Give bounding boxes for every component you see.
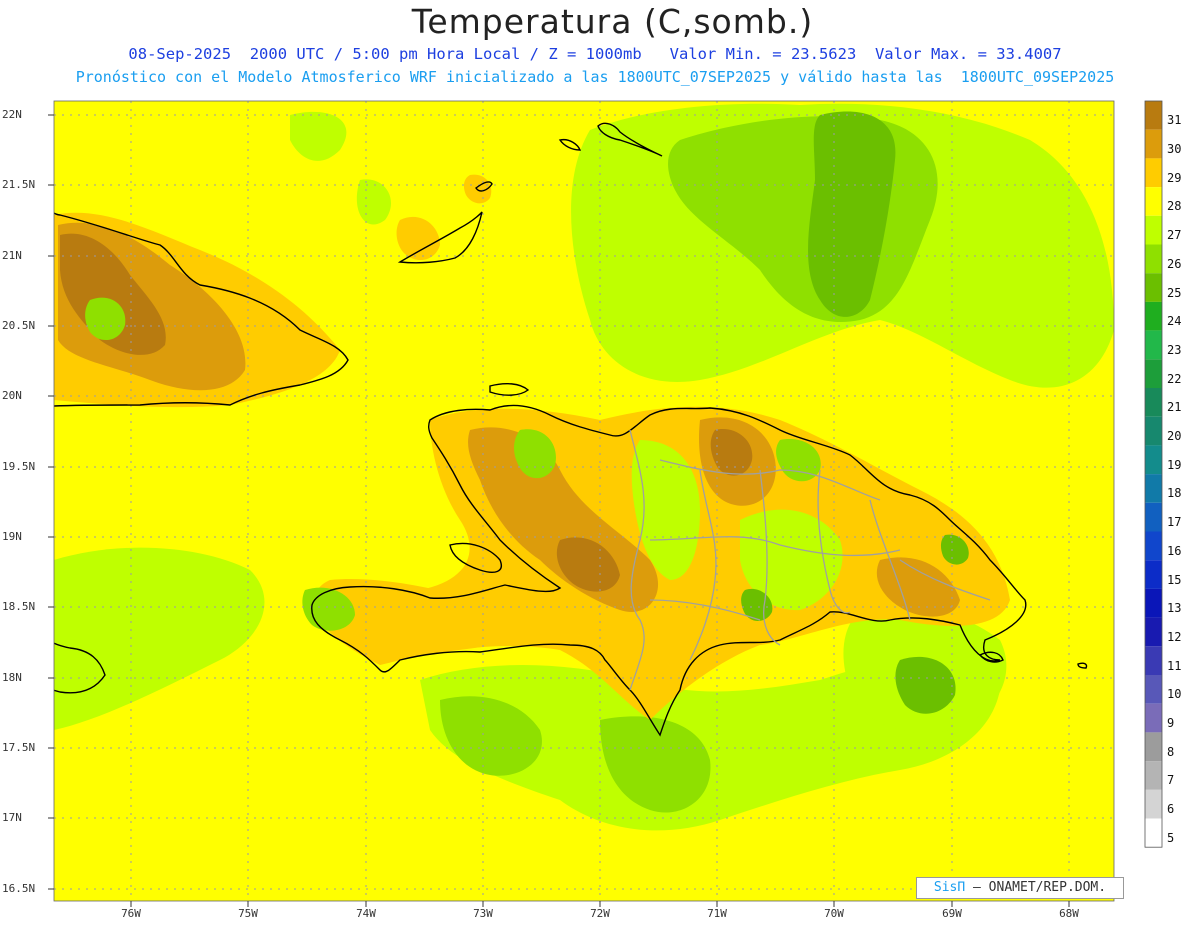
colorbar <box>1144 100 1163 848</box>
colorbar-swatch <box>1145 474 1162 503</box>
colorbar-swatch <box>1145 330 1162 360</box>
lon-label: 75W <box>238 907 258 920</box>
colorbar-swatch <box>1145 359 1162 388</box>
colorbar-swatch <box>1145 703 1162 733</box>
lon-label: 70W <box>824 907 844 920</box>
colorbar-label: 17 <box>1167 515 1182 530</box>
colorbar-swatch <box>1145 732 1162 762</box>
colorbar-label: 18 <box>1167 486 1182 501</box>
colorbar-swatch <box>1145 675 1162 704</box>
lon-label: 71W <box>707 907 727 920</box>
lat-label: 20.5N <box>2 319 36 332</box>
lat-label: 18.5N <box>2 600 36 613</box>
lon-label: 68W <box>1059 907 1079 920</box>
lat-label: 16.5N <box>2 882 36 895</box>
colorbar-label: 20 <box>1167 429 1182 444</box>
colorbar-label: 9 <box>1167 716 1175 731</box>
credit-text: – ONAMET/REP.DOM. <box>973 880 1107 895</box>
lat-label: 21.5N <box>2 178 36 191</box>
lat-label: 18N <box>2 671 22 684</box>
lat-label: 22N <box>2 108 22 121</box>
colorbar-swatch <box>1145 588 1162 618</box>
colorbar-swatch <box>1145 818 1162 848</box>
colorbar-label: 12 <box>1167 629 1182 644</box>
lon-label: 74W <box>356 907 376 920</box>
colorbar-label: 27 <box>1167 228 1182 243</box>
colorbar-swatch <box>1145 101 1162 130</box>
colorbar-swatch <box>1145 301 1162 331</box>
colorbar-swatch <box>1145 416 1162 446</box>
colorbar-swatch <box>1145 215 1162 245</box>
colorbar-label: 28 <box>1167 199 1182 214</box>
lat-label: 19.5N <box>2 460 36 473</box>
colorbar-label: 25 <box>1167 285 1182 300</box>
colorbar-label: 30 <box>1167 142 1182 157</box>
lat-label: 19N <box>2 530 22 543</box>
colorbar-swatch <box>1145 761 1162 790</box>
colorbar-label: 24 <box>1167 314 1182 329</box>
colorbar-label: 19 <box>1167 457 1182 472</box>
colorbar-label: 13 <box>1167 601 1182 616</box>
colorbar-label: 16 <box>1167 543 1182 558</box>
lat-label: 20N <box>2 389 22 402</box>
colorbar-swatch <box>1145 129 1162 159</box>
credit-brand: SisΠ <box>933 880 966 895</box>
colorbar-swatch <box>1145 445 1162 475</box>
colorbar-swatch <box>1145 789 1162 819</box>
colorbar-label: 15 <box>1167 572 1182 587</box>
colorbar-swatch <box>1145 646 1162 675</box>
lon-label: 76W <box>121 907 141 920</box>
lon-label: 73W <box>473 907 493 920</box>
colorbar-swatch <box>1145 273 1162 302</box>
colorbar-label: 22 <box>1167 371 1182 386</box>
colorbar-label: 23 <box>1167 342 1182 357</box>
colorbar-label: 7 <box>1167 773 1175 788</box>
temperature-map <box>48 100 1163 907</box>
colorbar-label: 11 <box>1167 658 1182 673</box>
colorbar-label: 31 <box>1167 113 1182 128</box>
colorbar-label: 29 <box>1167 170 1182 185</box>
colorbar-swatch <box>1145 531 1162 561</box>
lat-label: 17.5N <box>2 741 36 754</box>
colorbar-label: 26 <box>1167 256 1182 271</box>
colorbar-swatch <box>1145 617 1162 647</box>
lat-label: 21N <box>2 249 22 262</box>
colorbar-swatch <box>1145 158 1162 188</box>
colorbar-label: 5 <box>1167 830 1175 845</box>
colorbar-swatch <box>1145 560 1162 589</box>
colorbar-label: 8 <box>1167 744 1175 759</box>
colorbar-label: 21 <box>1167 400 1182 415</box>
colorbar-swatch <box>1145 502 1162 532</box>
colorbar-label: 10 <box>1167 687 1182 702</box>
credit-box: SisΠ – ONAMET/REP.DOM. <box>916 877 1124 899</box>
lon-label: 72W <box>590 907 610 920</box>
colorbar-swatch <box>1145 244 1162 274</box>
lat-label: 17N <box>2 811 22 824</box>
colorbar-swatch <box>1145 388 1162 417</box>
colorbar-label: 6 <box>1167 802 1175 817</box>
colorbar-swatch <box>1145 187 1162 216</box>
lon-label: 69W <box>942 907 962 920</box>
